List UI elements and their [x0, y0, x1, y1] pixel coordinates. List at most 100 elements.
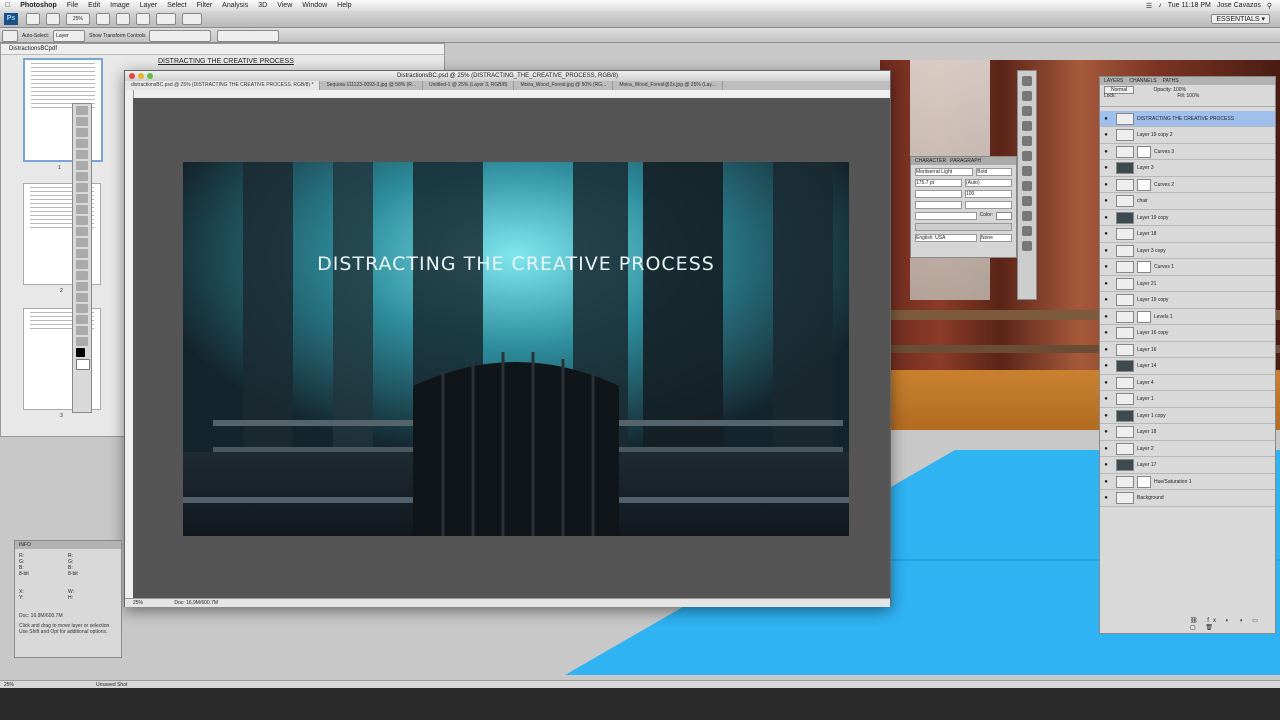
artwork[interactable]: DISTRACTING THE CREATIVE PROCESS: [183, 162, 849, 536]
layer-row[interactable]: ● Curves 1: [1100, 260, 1275, 276]
move-tool-preset[interactable]: [2, 30, 18, 42]
text-style-buttons[interactable]: [915, 223, 1012, 231]
rotate-view-button[interactable]: [135, 13, 150, 25]
horizontal-scale-field[interactable]: [965, 201, 1012, 209]
align-buttons[interactable]: [149, 30, 212, 42]
visibility-eye-icon[interactable]: ●: [1102, 215, 1110, 221]
layer-row[interactable]: ● Layer 19 copy: [1100, 293, 1275, 309]
wifi-icon[interactable]: ☰: [1146, 2, 1152, 10]
visibility-eye-icon[interactable]: ●: [1102, 248, 1110, 254]
clone-source-icon[interactable]: [1022, 121, 1032, 131]
visibility-eye-icon[interactable]: ●: [1102, 132, 1110, 138]
menu-view[interactable]: View: [272, 2, 297, 9]
visibility-eye-icon[interactable]: ●: [1102, 116, 1110, 122]
visibility-eye-icon[interactable]: ●: [1102, 297, 1110, 303]
visibility-eye-icon[interactable]: ●: [1102, 314, 1110, 320]
tab-channels[interactable]: CHANNELS: [1129, 77, 1156, 85]
status-doc-size[interactable]: Doc: 16.9M/600.7M: [174, 600, 218, 606]
layer-row[interactable]: ● Hue/Saturation 1: [1100, 474, 1275, 490]
lasso-tool[interactable]: [76, 128, 88, 137]
tab-paths[interactable]: PATHS: [1163, 77, 1179, 85]
layer-row[interactable]: ● Layer 19 copy: [1100, 210, 1275, 226]
minibridge-button[interactable]: [45, 13, 60, 25]
zoom-window-icon[interactable]: [147, 73, 153, 79]
layer-row[interactable]: ● Layer 19 copy 2: [1100, 128, 1275, 144]
menu-help[interactable]: Help: [332, 2, 356, 9]
layer-row[interactable]: ● Curves 2: [1100, 177, 1275, 193]
app-menu[interactable]: Photoshop: [15, 2, 62, 9]
artwork-title[interactable]: DISTRACTING THE CREATIVE PROCESS: [183, 253, 849, 275]
tab-sequoia[interactable]: Sequoia-111123-0093-3.jpg @ 58% (R...: [320, 81, 424, 90]
quick-select-tool[interactable]: [76, 139, 88, 148]
hand-tool[interactable]: [76, 326, 88, 335]
language-dropdown[interactable]: English: USA: [915, 234, 977, 242]
layer-row[interactable]: ● Layer 16 copy: [1100, 326, 1275, 342]
document-window[interactable]: DistractionsBC.psd @ 25% (DISTRACTING_TH…: [124, 70, 891, 607]
minimize-icon[interactable]: [138, 73, 144, 79]
actions-icon[interactable]: [1022, 91, 1032, 101]
visibility-eye-icon[interactable]: ●: [1102, 165, 1110, 171]
canvas-area[interactable]: DISTRACTING THE CREATIVE PROCESS: [133, 98, 890, 598]
visibility-eye-icon[interactable]: ●: [1102, 413, 1110, 419]
tab-paragraph[interactable]: PARAGRAPH: [950, 157, 981, 165]
history-icon[interactable]: [1022, 76, 1032, 86]
type-tool[interactable]: [76, 271, 88, 280]
visibility-eye-icon[interactable]: ●: [1102, 495, 1110, 501]
visibility-eye-icon[interactable]: ●: [1102, 396, 1110, 402]
quick-mask-button[interactable]: [76, 359, 90, 370]
brush-tool[interactable]: [76, 183, 88, 192]
eraser-tool[interactable]: [76, 216, 88, 225]
layer-row[interactable]: ● Layer 3 copy: [1100, 243, 1275, 259]
visibility-eye-icon[interactable]: ●: [1102, 198, 1110, 204]
apple-menu[interactable]: : [0, 2, 15, 9]
transform-controls-checkbox[interactable]: Show Transform Controls: [89, 33, 145, 39]
layer-row[interactable]: ● Background: [1100, 491, 1275, 507]
healing-brush-tool[interactable]: [76, 172, 88, 181]
tab-untitled[interactable]: Untitled-1 @ 25% (Layer 3, RGB/8): [423, 81, 515, 90]
layer-row[interactable]: ● Layer 2: [1100, 441, 1275, 457]
close-icon[interactable]: [129, 73, 135, 79]
move-tool[interactable]: [76, 106, 88, 115]
visibility-eye-icon[interactable]: ●: [1102, 281, 1110, 287]
tab-moira-forest[interactable]: Moira_Wood_Forest.jpg @ 50% (RG...: [514, 81, 614, 90]
info-title[interactable]: INFO: [15, 541, 121, 549]
auto-select-checkbox[interactable]: Auto-Select:: [22, 33, 49, 39]
bridge-button[interactable]: [25, 13, 40, 25]
layer-mask-thumbnail[interactable]: [1137, 178, 1151, 191]
user-name[interactable]: Jose Cavazos: [1217, 2, 1261, 9]
histogram-icon[interactable]: [1022, 241, 1032, 251]
layer-row[interactable]: ● chair: [1100, 194, 1275, 210]
baseline-shift-field[interactable]: [915, 212, 977, 220]
layer-mask-thumbnail[interactable]: [1137, 475, 1151, 488]
arrange-documents-button[interactable]: [155, 13, 176, 25]
layer-row[interactable]: ● Layer 18: [1100, 227, 1275, 243]
visibility-eye-icon[interactable]: ●: [1102, 429, 1110, 435]
workspace-switcher[interactable]: ESSENTIALS ▾: [1211, 14, 1270, 24]
swatches-icon[interactable]: [1022, 211, 1032, 221]
styles-icon[interactable]: [1022, 196, 1032, 206]
layer-row[interactable]: ● Levels 1: [1100, 309, 1275, 325]
adjustments-icon[interactable]: [1022, 166, 1032, 176]
layer-mask-thumbnail[interactable]: [1137, 145, 1151, 158]
menu-image[interactable]: Image: [105, 2, 134, 9]
foreground-color-swatch[interactable]: [76, 348, 85, 357]
leading-field[interactable]: (Auto): [965, 179, 1012, 187]
character-panel-icon[interactable]: [1022, 136, 1032, 146]
menu-layer[interactable]: Layer: [135, 2, 163, 9]
layer-row[interactable]: ● Layer 17: [1100, 458, 1275, 474]
visibility-eye-icon[interactable]: ●: [1102, 330, 1110, 336]
layer-row[interactable]: ● Layer 3: [1100, 161, 1275, 177]
spotlight-icon[interactable]: ⚲: [1267, 2, 1272, 10]
layer-row[interactable]: ● Layer 21: [1100, 276, 1275, 292]
layer-row[interactable]: ● Layer 4: [1100, 375, 1275, 391]
menu-analysis[interactable]: Analysis: [217, 2, 253, 9]
tab-distractions[interactable]: distractionsBC.psd @ 25% (DISTRACTING TH…: [125, 81, 321, 90]
layer-row[interactable]: ● Layer 16: [1100, 342, 1275, 358]
menu-file[interactable]: File: [62, 2, 83, 9]
zoom-level[interactable]: 25%: [65, 13, 90, 25]
menu-select[interactable]: Select: [162, 2, 191, 9]
menu-edit[interactable]: Edit: [83, 2, 105, 9]
marquee-tool[interactable]: [76, 117, 88, 126]
layer-mask-thumbnail[interactable]: [1137, 310, 1151, 323]
pdf-tab[interactable]: DistractionsBCpdf: [1, 44, 444, 55]
